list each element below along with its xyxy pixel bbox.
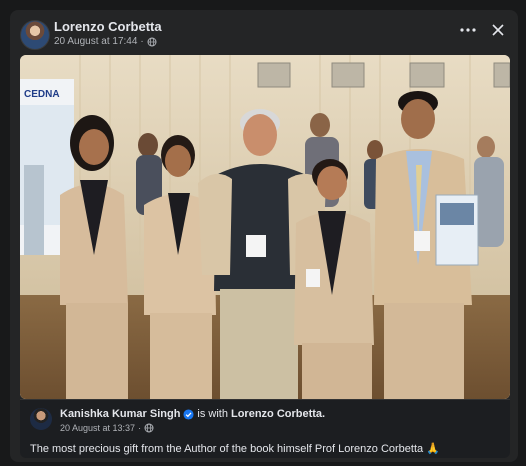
shared-author-line: Kanishka Kumar Singh is with Lorenzo Cor… xyxy=(60,408,325,420)
post-timestamp[interactable]: 20 August at 17:44 xyxy=(54,36,137,47)
shared-meta: 20 August at 13:37 · xyxy=(60,423,154,433)
shared-author-avatar[interactable] xyxy=(30,408,52,430)
close-button[interactable] xyxy=(488,20,508,40)
post-photo[interactable]: CEDNA xyxy=(20,55,510,399)
verified-badge-icon xyxy=(183,408,194,420)
with-text: is with xyxy=(197,408,228,420)
globe-icon xyxy=(147,37,157,46)
shared-post-header: Kanishka Kumar Singh is with Lorenzo Cor… xyxy=(20,399,510,458)
post-author-name[interactable]: Lorenzo Corbetta xyxy=(54,19,162,34)
shared-timestamp[interactable]: 20 August at 13:37 xyxy=(60,423,135,433)
close-icon xyxy=(492,24,504,36)
post-caption: The most precious gift from the Author o… xyxy=(30,443,440,455)
meta-separator: · xyxy=(140,36,144,47)
shared-author-name[interactable]: Kanishka Kumar Singh xyxy=(60,408,180,420)
globe-icon xyxy=(144,423,154,433)
tagged-person-link[interactable]: Lorenzo Corbetta. xyxy=(231,408,325,420)
more-options-button[interactable] xyxy=(456,20,480,40)
group-photo-illustration: CEDNA xyxy=(20,55,510,399)
post-meta: 20 August at 17:44 · xyxy=(54,36,157,47)
more-icon xyxy=(460,28,476,32)
meta-separator: · xyxy=(138,423,142,433)
post-card: Lorenzo Corbetta 20 August at 17:44 · CE… xyxy=(10,10,518,462)
photo-sign-text: CEDNA xyxy=(24,89,60,100)
author-avatar[interactable] xyxy=(20,20,50,50)
